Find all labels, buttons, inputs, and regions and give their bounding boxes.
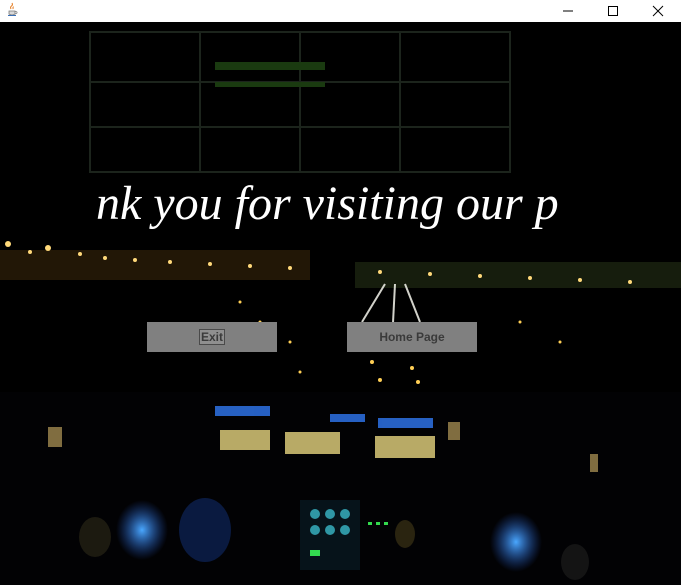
home-page-button[interactable]: Home Page [347, 322, 477, 352]
thank-you-message: nk you for visiting our p [96, 177, 559, 230]
minimize-button[interactable] [545, 0, 590, 22]
minimize-icon [562, 10, 573, 12]
title-bar[interactable] [0, 0, 681, 22]
maximize-button[interactable] [590, 0, 635, 22]
java-coffee-cup-icon[interactable] [4, 1, 20, 17]
close-button[interactable] [635, 0, 680, 22]
cockpit-background: nk you for visiting our p Exit Home Page [0, 22, 681, 585]
exit-button[interactable]: Exit [147, 322, 277, 352]
cockpit-night-image [0, 22, 681, 585]
application-window: nk you for visiting our p Exit Home Page [0, 0, 681, 585]
maximize-icon [607, 6, 618, 16]
home-page-button-label: Home Page [379, 330, 445, 344]
close-icon [652, 5, 663, 17]
exit-button-label: Exit [198, 329, 225, 345]
